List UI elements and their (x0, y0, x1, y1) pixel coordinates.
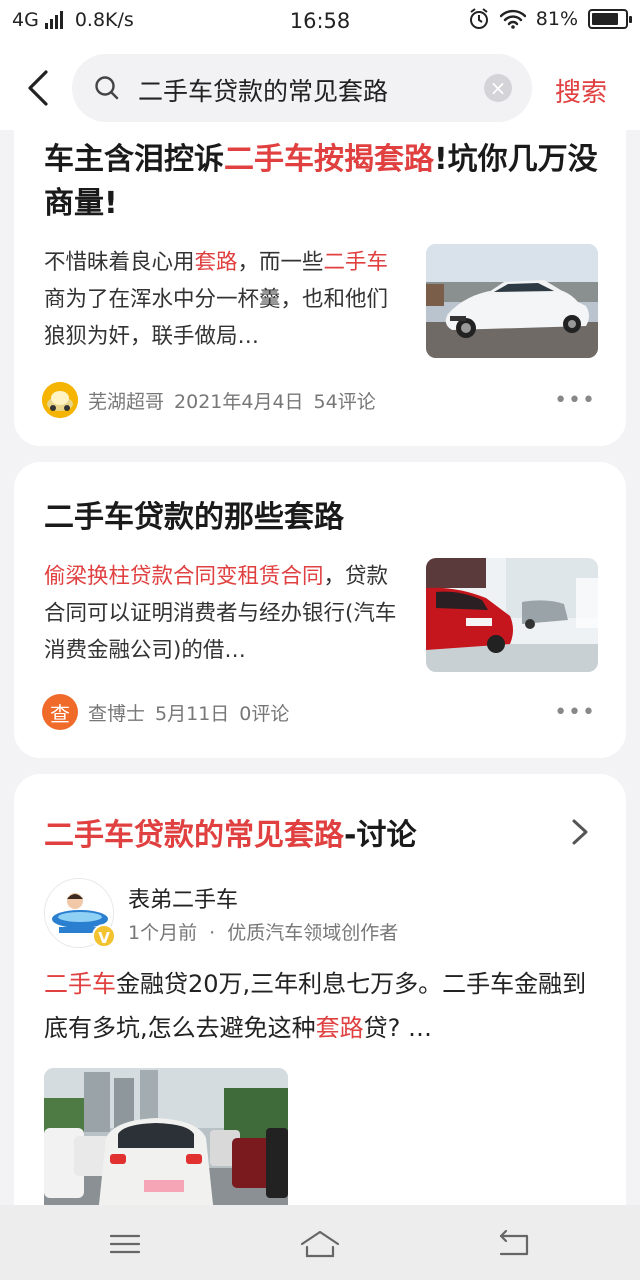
system-nav-bar (0, 1205, 640, 1280)
result-excerpt: 不惜昧着良心用套路，而一些二手车商为了在浑水中分一杯羹，也和他们狼狈为奸，联手做… (44, 244, 400, 355)
post-highlight: 套路 (315, 1014, 364, 1042)
author-info: 1个月前 · 优质汽车领域创作者 (128, 918, 398, 945)
wifi-icon (499, 9, 526, 29)
back-arrow-icon[interactable] (22, 68, 58, 108)
separator: · (209, 922, 216, 944)
excerpt-highlight: 二手车 (323, 250, 389, 275)
alarm-icon (469, 8, 488, 29)
result-excerpt: 偷梁换柱贷款合同变租赁合同，贷款合同可以证明消费者与经办银行(汽车消费金融公司)… (44, 558, 400, 669)
verified-badge-icon: V (92, 924, 116, 948)
post-text[interactable]: 二手车金融贷20万,三年利息七万多。二手车金融到底有多坑,怎么去避免这种套路贷?… (44, 962, 604, 1050)
battery-percent: 81% (535, 8, 578, 30)
search-input[interactable]: 二手车贷款的常见套路 × (72, 54, 532, 122)
search-button[interactable]: 搜索 (555, 72, 607, 109)
search-icon (95, 76, 119, 100)
avatar[interactable] (42, 382, 78, 418)
result-title[interactable]: 二手车贷款的那些套路 (44, 496, 344, 540)
clear-icon[interactable]: × (484, 74, 512, 102)
post-body: 贷? … (363, 1014, 433, 1042)
excerpt-text: 商为了在浑水中分一杯羹，也和他们狼狈为奸，联手做局… (44, 287, 389, 349)
publish-date: 2021年4月4日 (174, 390, 304, 413)
more-options-icon[interactable]: ••• (554, 700, 596, 725)
source-name[interactable]: 查博士 (88, 699, 145, 726)
avatar[interactable]: 查 (42, 694, 78, 730)
traffic-photo[interactable] (44, 1068, 288, 1214)
menu-icon[interactable] (103, 1227, 147, 1261)
white-car-thumbnail[interactable] (426, 244, 598, 358)
more-options-icon[interactable]: ••• (554, 388, 596, 413)
author-name[interactable]: 表弟二手车 (128, 882, 238, 914)
comment-count: 0评论 (239, 702, 290, 725)
chevron-right-icon[interactable] (570, 818, 590, 846)
title-text: -讨论 (344, 818, 417, 853)
excerpt-highlight: 套路 (194, 250, 238, 275)
avatar-char: 查 (50, 701, 70, 726)
red-car-thumbnail[interactable] (426, 558, 598, 672)
discussion-card[interactable]: 二手车贷款的常见套路-讨论 V 表弟二手车 1个月前 · 优质汽车领域创作者 二… (14, 774, 626, 1214)
excerpt-text: 不惜昧着良心用 (44, 250, 195, 275)
result-card[interactable]: 车主含泪控诉二手车按揭套路!坑你几万没商量! 不惜昧着良心用套路，而一些二手车商… (14, 126, 626, 446)
status-bar: 4G 0.8K/s 16:58 81% (0, 0, 640, 44)
publish-date: 5月11日 (155, 702, 230, 725)
result-meta: 芜湖超哥 2021年4月4日 54评论 (42, 382, 376, 418)
search-query[interactable]: 二手车贷款的常见套路 (138, 72, 388, 108)
back-icon[interactable] (493, 1227, 537, 1261)
title-text: 车主含泪控诉 (44, 142, 224, 177)
status-right: 81% (468, 8, 632, 30)
author-tag: 优质汽车领域创作者 (227, 922, 399, 944)
result-card[interactable]: 二手车贷款的那些套路 偷梁换柱贷款合同变租赁合同，贷款合同可以证明消费者与经办银… (14, 462, 626, 758)
title-highlight: 二手车贷款的常见套路 (44, 818, 344, 853)
excerpt-highlight: 偷梁换柱贷款合同变租赁合同 (44, 564, 324, 589)
post-highlight: 二手车 (44, 970, 116, 998)
battery-icon (588, 9, 632, 29)
result-title[interactable]: 车主含泪控诉二手车按揭套路!坑你几万没商量! (44, 138, 604, 226)
home-icon[interactable] (298, 1227, 342, 1261)
source-name[interactable]: 芜湖超哥 (88, 387, 164, 414)
result-meta: 查 查博士 5月11日 0评论 (42, 694, 289, 730)
discussion-title[interactable]: 二手车贷款的常见套路-讨论 (44, 810, 416, 854)
post-time: 1个月前 (128, 922, 198, 944)
excerpt-text: ，而一些 (237, 250, 324, 275)
comment-count: 54评论 (313, 390, 376, 413)
search-header: 二手车贷款的常见套路 × 搜索 (0, 44, 640, 130)
title-highlight: 二手车按揭套路 (224, 142, 434, 177)
